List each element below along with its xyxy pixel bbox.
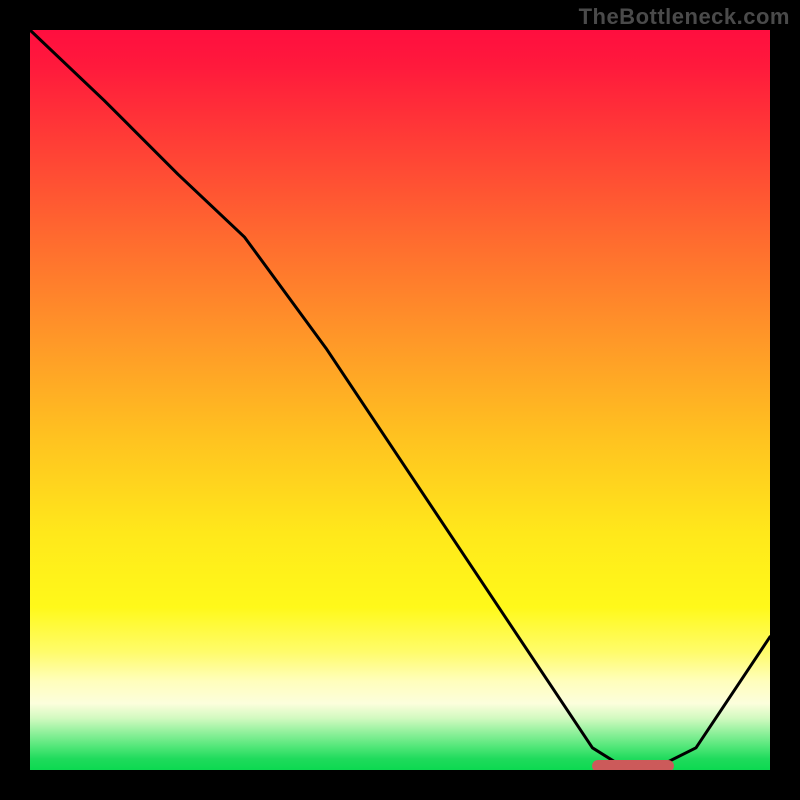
plot-area xyxy=(30,30,770,770)
data-curve xyxy=(30,30,770,770)
watermark-text: TheBottleneck.com xyxy=(579,4,790,30)
optimal-range-marker xyxy=(592,760,673,770)
chart-container: TheBottleneck.com xyxy=(0,0,800,800)
